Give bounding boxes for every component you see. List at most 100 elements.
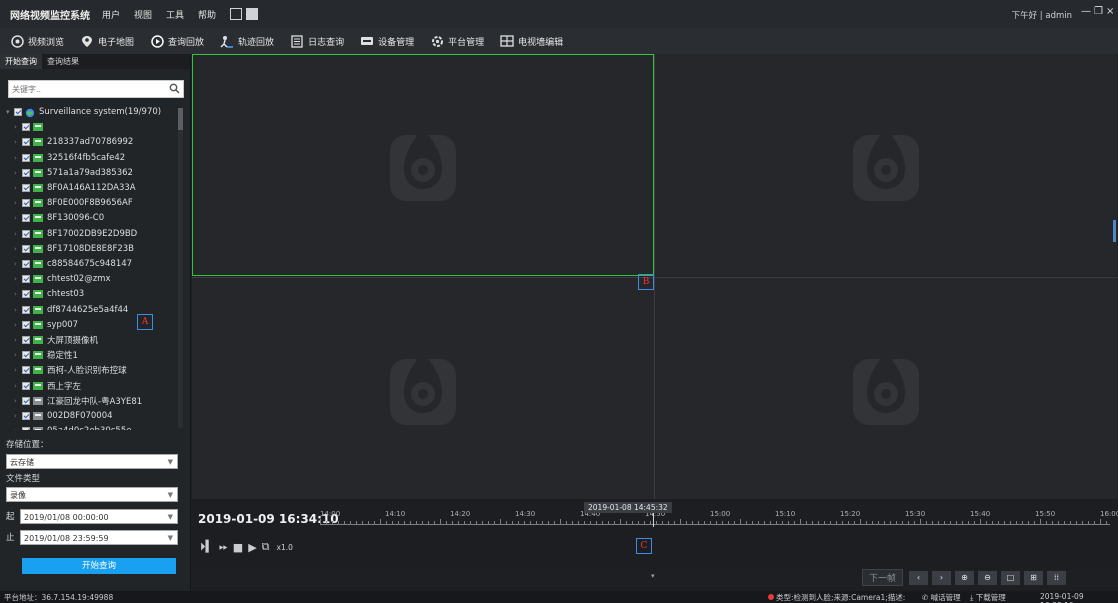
stop-icon[interactable]: ■	[233, 541, 243, 554]
tree-item[interactable]: › 002D8F070004	[14, 408, 113, 423]
speed-label[interactable]: x1.0	[277, 543, 293, 552]
tree-item[interactable]: › 8F0E000F8B9656AF	[14, 195, 133, 210]
checkbox[interactable]	[22, 274, 30, 283]
toolbar-emap[interactable]: 电子地图	[80, 34, 134, 48]
video-cell[interactable]	[192, 278, 654, 500]
storage-select[interactable]: 云存储 ▼	[6, 454, 178, 469]
expand-icon[interactable]: ›	[14, 321, 22, 329]
toolbar-track[interactable]: 轨迹回放	[220, 34, 274, 48]
collapse-icon[interactable]: ▾	[6, 108, 14, 116]
next-icon[interactable]: ›	[932, 570, 952, 585]
alarm-message[interactable]: 类型:检测到人脸;来源:Camera1;描述:	[768, 592, 905, 603]
restore-button[interactable]: ❐	[1094, 6, 1103, 17]
checkbox[interactable]	[22, 320, 30, 329]
zoom-out-icon[interactable]: ⊖	[978, 570, 998, 585]
tree-item[interactable]: › chtest02@zmx	[14, 271, 110, 286]
expand-icon[interactable]: ›	[14, 336, 22, 344]
checkbox[interactable]	[22, 365, 30, 374]
checkbox[interactable]	[22, 122, 30, 131]
expand-icon[interactable]: ›	[14, 382, 22, 390]
expand-icon[interactable]: ›	[14, 427, 22, 431]
expand-caret-icon[interactable]: ▾	[651, 572, 655, 580]
toolbar-playback[interactable]: 查询回放	[150, 34, 204, 48]
tree-item[interactable]: › 8F17002DB9E2D9BD	[14, 226, 137, 241]
tree-item[interactable]: › 稳定性1	[14, 347, 78, 362]
layout-icon[interactable]	[246, 8, 259, 20]
more-icon[interactable]: ⁞⁞	[1047, 570, 1067, 585]
tree-item[interactable]: › 西上字左	[14, 378, 81, 393]
tree-root[interactable]: ▾ Surveillance system(19/970)	[6, 104, 161, 119]
tree-item[interactable]: › 571a1a79ad385362	[14, 165, 133, 180]
toolbar-tvwall[interactable]: 电视墙编辑	[500, 34, 563, 48]
zoom-in-icon[interactable]: ⊕	[955, 570, 975, 585]
next-frame-button[interactable]: 下一帧	[862, 569, 904, 586]
expand-icon[interactable]: ›	[14, 199, 22, 207]
toolbar-log[interactable]: 日志查询	[290, 34, 344, 48]
checkbox[interactable]	[22, 335, 30, 344]
checkbox[interactable]	[22, 411, 30, 420]
checkbox[interactable]	[22, 381, 30, 390]
menu-user[interactable]: 用户	[102, 8, 120, 21]
grid-divider-horizontal[interactable]	[192, 277, 1118, 278]
tree-scrollbar[interactable]	[178, 108, 183, 428]
fast-forward-icon[interactable]: ⏩︎	[219, 540, 228, 554]
toolbar-platform[interactable]: 平台管理	[430, 34, 484, 48]
minimize-button[interactable]: —	[1081, 6, 1091, 17]
expand-icon[interactable]: ›	[14, 351, 22, 359]
side-handle[interactable]	[1113, 220, 1116, 242]
tree-item[interactable]: › 8F0A146A112DA33A	[14, 180, 136, 195]
checkbox[interactable]	[22, 183, 30, 192]
checkbox[interactable]	[22, 168, 30, 177]
menu-view[interactable]: 视图	[134, 8, 152, 21]
checkbox[interactable]	[14, 107, 22, 116]
search-icon[interactable]	[169, 83, 180, 97]
close-button[interactable]: ×	[1106, 6, 1114, 17]
expand-icon[interactable]: ›	[14, 169, 22, 177]
expand-icon[interactable]: ›	[14, 275, 22, 283]
window-icon[interactable]: ⧉	[262, 540, 270, 554]
checkbox[interactable]	[22, 350, 30, 359]
checkbox[interactable]	[22, 396, 30, 405]
expand-icon[interactable]: ›	[14, 366, 22, 374]
expand-icon[interactable]: ›	[14, 230, 22, 238]
expand-icon[interactable]: ›	[14, 306, 22, 314]
expand-icon[interactable]: ›	[14, 245, 22, 253]
video-cell[interactable]	[655, 54, 1117, 276]
checkbox[interactable]	[22, 213, 30, 222]
tree-item[interactable]: › c88584675c948147	[14, 256, 132, 271]
toolbar-video-browse[interactable]: 视频浏览	[10, 34, 64, 48]
tree-item[interactable]: › 大屏顶摄像机	[14, 332, 98, 347]
start-time-field[interactable]: 2019/01/08 00:00:00 ▼	[20, 509, 178, 524]
timeline-ruler[interactable]	[320, 519, 1110, 525]
checkbox[interactable]	[22, 137, 30, 146]
tree-item[interactable]: ›	[14, 119, 47, 134]
scroll-thumb[interactable]	[178, 108, 183, 130]
expand-icon[interactable]: ›	[14, 214, 22, 222]
intercom-button[interactable]: ✆ 喊话管理	[922, 592, 961, 603]
checkbox[interactable]	[22, 198, 30, 207]
download-button[interactable]: ⤓ 下载管理	[970, 592, 1006, 603]
quad-view-icon[interactable]: ⊞	[1024, 570, 1044, 585]
expand-icon[interactable]: ›	[14, 397, 22, 405]
menu-tools[interactable]: 工具	[166, 8, 184, 21]
prev-icon[interactable]: ‹	[909, 570, 929, 585]
end-time-field[interactable]: 2019/01/08 23:59:59 ▼	[20, 530, 178, 545]
tree-item[interactable]: › 32516f4fb5cafe42	[14, 150, 125, 165]
single-view-icon[interactable]: □	[1001, 570, 1021, 585]
expand-icon[interactable]: ›	[14, 138, 22, 146]
tab-start-query[interactable]: 开始查询	[0, 54, 42, 69]
tab-query-results[interactable]: 查询结果	[42, 54, 84, 69]
timeline-cursor[interactable]	[653, 513, 654, 527]
tree-item[interactable]: › 8F17108DE8E8F23B	[14, 241, 134, 256]
checkbox[interactable]	[22, 229, 30, 238]
step-play-icon[interactable]: ⏵︎▍	[200, 540, 214, 554]
checkbox[interactable]	[22, 289, 30, 298]
toolbar-device[interactable]: 设备管理	[360, 34, 414, 48]
checkbox[interactable]	[22, 259, 30, 268]
video-cell[interactable]	[655, 278, 1117, 500]
search-input[interactable]	[9, 81, 159, 97]
tree-item[interactable]: › chtest03	[14, 286, 84, 301]
tree-item[interactable]: › 218337ad70786992	[14, 134, 133, 149]
expand-icon[interactable]: ›	[14, 123, 22, 131]
tree-item[interactable]: › 05a4d0c2eb30c55e	[14, 423, 131, 430]
